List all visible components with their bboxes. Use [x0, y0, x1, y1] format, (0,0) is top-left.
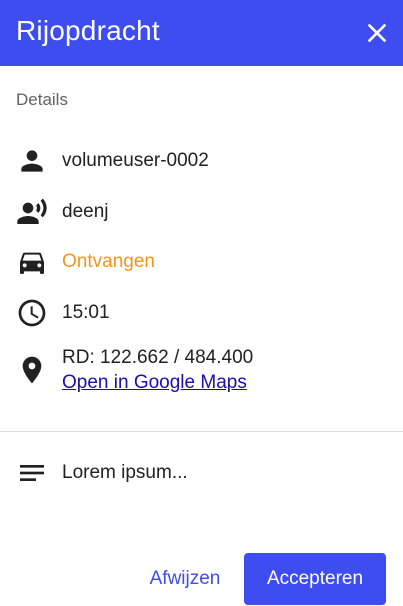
google-maps-link[interactable]: Open in Google Maps	[62, 372, 247, 394]
ride-assignment-dialog: Rijopdracht Details volumeuser-0002 deen…	[0, 0, 403, 606]
record-voice-icon	[17, 198, 47, 224]
car-icon	[20, 252, 44, 274]
voice-user: deenj	[62, 201, 109, 222]
clock-icon	[18, 299, 46, 327]
time-row: 15:01	[0, 297, 403, 329]
note-text: Lorem ipsum...	[62, 462, 188, 483]
dialog-header: Rijopdracht	[0, 0, 403, 66]
user-name: volumeuser-0002	[62, 150, 209, 171]
note-row: Lorem ipsum...	[0, 457, 403, 489]
time-value: 15:01	[62, 302, 110, 323]
details-section-label: Details	[16, 90, 68, 109]
person-icon	[21, 150, 43, 172]
dialog-title: Rijopdracht	[16, 15, 160, 46]
user-row: volumeuser-0002	[0, 145, 403, 177]
status-row: Ontvangen	[0, 246, 403, 278]
coordinates: RD: 122.662 / 484.400	[62, 347, 254, 368]
divider	[0, 431, 403, 432]
location-row: RD: 122.662 / 484.400 Open in Google Map…	[0, 347, 403, 397]
accept-button[interactable]: Accepteren	[244, 553, 386, 605]
close-icon	[367, 23, 387, 43]
voice-row: deenj	[0, 196, 403, 228]
status-badge: Ontvangen	[62, 251, 155, 272]
reject-button[interactable]: Afwijzen	[140, 553, 230, 605]
close-button[interactable]	[361, 17, 393, 49]
location-pin-icon	[22, 356, 42, 384]
notes-icon	[20, 465, 44, 481]
